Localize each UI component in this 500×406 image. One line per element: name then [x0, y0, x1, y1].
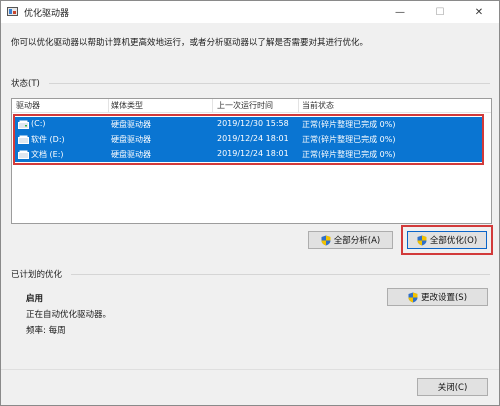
drive-list-header: 驱动器 媒体类型 上一次运行时间 当前状态 [12, 99, 491, 113]
maximize-icon: ☐ [435, 6, 445, 18]
description-text: 你可以优化驱动器以帮助计算机更高效地运行，或者分析驱动器以了解是否需要对其进行优… [11, 38, 369, 48]
optimize-drives-window: 优化驱动器 — ☐ ✕ 你可以优化驱动器以帮助计算机更高效地运行，或者分析驱动器… [0, 0, 500, 406]
change-settings-label: 更改设置(S) [420, 293, 468, 303]
analyze-all-label: 全部分析(A) [333, 236, 381, 246]
schedule-detail: 正在自动优化驱动器。 [26, 310, 112, 320]
close-window-button[interactable]: ✕ [459, 1, 499, 23]
drive-list[interactable]: 驱动器 媒体类型 上一次运行时间 当前状态 (C:) 硬盘驱动器 2019/12… [11, 98, 492, 224]
close-button[interactable]: 关闭(C) [417, 378, 488, 396]
minimize-button[interactable]: — [380, 1, 420, 23]
column-divider[interactable] [212, 99, 213, 112]
change-settings-button[interactable]: 更改设置(S) [387, 288, 488, 306]
column-divider[interactable] [108, 99, 109, 112]
column-header-media-type[interactable]: 媒体类型 [111, 100, 143, 111]
column-header-drive[interactable]: 驱动器 [16, 100, 40, 111]
title-bar[interactable]: 优化驱动器 — ☐ ✕ [1, 1, 499, 23]
window-title: 优化驱动器 [24, 9, 70, 19]
uac-shield-icon [321, 235, 331, 245]
optimize-all-highlight-frame [401, 225, 493, 255]
analyze-all-button[interactable]: 全部分析(A) [308, 231, 393, 249]
dialog-footer: 关闭(C) [1, 369, 499, 405]
optimize-drives-app-icon [7, 7, 18, 16]
schedule-frequency: 频率: 每周 [26, 326, 66, 336]
column-divider[interactable] [298, 99, 299, 112]
column-header-last-run[interactable]: 上一次运行时间 [217, 100, 273, 111]
maximize-button[interactable]: ☐ [420, 1, 460, 23]
status-divider [49, 83, 490, 84]
uac-shield-icon [408, 292, 418, 302]
close-label: 关闭(C) [437, 383, 468, 393]
schedule-status: 启用 [26, 294, 44, 304]
minimize-icon: — [395, 6, 405, 18]
scheduled-section-label: 已计划的优化 [11, 270, 63, 280]
status-section-label: 状态(T) [11, 79, 40, 89]
drives-highlight-frame [13, 114, 484, 165]
scheduled-divider [71, 274, 490, 275]
close-icon: ✕ [474, 6, 484, 18]
column-header-current-status[interactable]: 当前状态 [302, 100, 334, 111]
